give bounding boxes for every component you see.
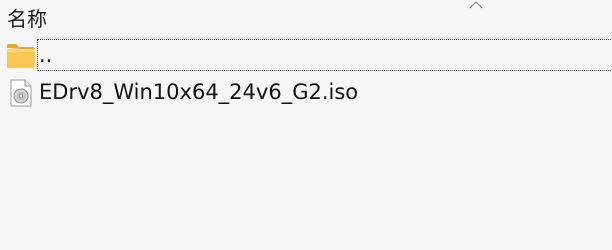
- sort-ascending-icon: [469, 1, 483, 9]
- folder-icon: [7, 44, 35, 68]
- list-item-label: ..: [39, 43, 53, 67]
- list-item-label: EDrv8_Win10x64_24v6_G2.iso: [39, 80, 359, 104]
- column-header-row: 名称: [0, 0, 612, 36]
- focus-outline: [37, 39, 611, 71]
- list-item-iso-file[interactable]: EDrv8_Win10x64_24v6_G2.iso: [0, 76, 612, 108]
- disc-image-icon: [10, 79, 32, 107]
- column-header-name[interactable]: 名称: [7, 5, 47, 33]
- list-item-parent-folder[interactable]: ..: [0, 39, 612, 71]
- file-list-pane: 名称 .. EDrv8_Win10x64_24v6_G2.iso: [0, 0, 612, 250]
